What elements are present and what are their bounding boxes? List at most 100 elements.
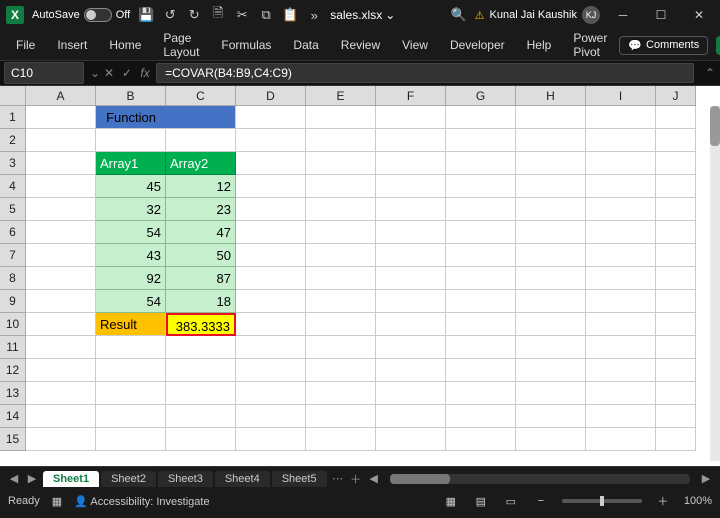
status-accessibility[interactable]: 👤 Accessibility: Investigate <box>74 495 209 508</box>
cell-B8[interactable]: 92 <box>96 267 166 290</box>
col-head-b[interactable]: B <box>96 86 166 106</box>
cell-H9[interactable] <box>516 290 586 313</box>
row-head-10[interactable]: 10 <box>0 313 26 336</box>
cell-A12[interactable] <box>26 359 96 382</box>
cell-G11[interactable] <box>446 336 516 359</box>
qat-icon[interactable]: 🗎 <box>210 7 226 23</box>
cell-D6[interactable] <box>236 221 306 244</box>
cell-E12[interactable] <box>306 359 376 382</box>
cell-B9[interactable]: 54 <box>96 290 166 313</box>
sheet-tab-sheet4[interactable]: Sheet4 <box>215 471 270 487</box>
cell-E8[interactable] <box>306 267 376 290</box>
cell-J3[interactable] <box>656 152 696 175</box>
cut-icon[interactable]: ✂ <box>234 7 250 23</box>
cell-B12[interactable] <box>96 359 166 382</box>
col-head-d[interactable]: D <box>236 86 306 106</box>
row-head-5[interactable]: 5 <box>0 198 26 221</box>
cell-H12[interactable] <box>516 359 586 382</box>
cell-J14[interactable] <box>656 405 696 428</box>
save-icon[interactable]: 💾 <box>138 7 154 23</box>
cell-D14[interactable] <box>236 405 306 428</box>
status-macro-icon[interactable]: ▦ <box>52 495 62 508</box>
cell-G10[interactable] <box>446 313 516 336</box>
cell-C9[interactable]: 18 <box>166 290 236 313</box>
cell-C1[interactable] <box>166 106 236 129</box>
cell-A13[interactable] <box>26 382 96 405</box>
cell-B7[interactable]: 43 <box>96 244 166 267</box>
cell-I8[interactable] <box>586 267 656 290</box>
cell-A15[interactable] <box>26 428 96 451</box>
cell-A10[interactable] <box>26 313 96 336</box>
cell-E9[interactable] <box>306 290 376 313</box>
cell-E10[interactable] <box>306 313 376 336</box>
cell-J15[interactable] <box>656 428 696 451</box>
cell-J8[interactable] <box>656 267 696 290</box>
cell-E14[interactable] <box>306 405 376 428</box>
cell-I15[interactable] <box>586 428 656 451</box>
cell-G15[interactable] <box>446 428 516 451</box>
cell-J1[interactable] <box>656 106 696 129</box>
tab-page-layout[interactable]: Page Layout <box>153 27 209 63</box>
cell-A14[interactable] <box>26 405 96 428</box>
cell-E2[interactable] <box>306 129 376 152</box>
cell-G14[interactable] <box>446 405 516 428</box>
cell-F3[interactable] <box>376 152 446 175</box>
undo-icon[interactable]: ↺ <box>162 7 178 23</box>
cell-B2[interactable] <box>96 129 166 152</box>
cell-H8[interactable] <box>516 267 586 290</box>
cell-D7[interactable] <box>236 244 306 267</box>
cell-H11[interactable] <box>516 336 586 359</box>
fx-icon[interactable]: fx <box>136 66 154 80</box>
cell-I11[interactable] <box>586 336 656 359</box>
result-cell[interactable]: 383.3333 <box>166 313 236 336</box>
row-head-2[interactable]: 2 <box>0 129 26 152</box>
minimize-button[interactable]: ─ <box>608 3 638 27</box>
cell-E3[interactable] <box>306 152 376 175</box>
row-head-1[interactable]: 1 <box>0 106 26 129</box>
row-head-13[interactable]: 13 <box>0 382 26 405</box>
namebox-chevron-icon[interactable]: ⌄ <box>90 66 100 80</box>
name-box[interactable] <box>4 62 84 84</box>
close-button[interactable]: ✕ <box>684 3 714 27</box>
tab-file[interactable]: File <box>6 34 45 56</box>
cell-I10[interactable] <box>586 313 656 336</box>
cell-H7[interactable] <box>516 244 586 267</box>
cell-F6[interactable] <box>376 221 446 244</box>
cell-C13[interactable] <box>166 382 236 405</box>
col-head-e[interactable]: E <box>306 86 376 106</box>
tab-view[interactable]: View <box>392 34 438 56</box>
cell-D5[interactable] <box>236 198 306 221</box>
cell-F15[interactable] <box>376 428 446 451</box>
tab-formulas[interactable]: Formulas <box>211 34 281 56</box>
cell-D13[interactable] <box>236 382 306 405</box>
cell-J11[interactable] <box>656 336 696 359</box>
cell-H2[interactable] <box>516 129 586 152</box>
row-head-14[interactable]: 14 <box>0 405 26 428</box>
col-head-h[interactable]: H <box>516 86 586 106</box>
cell-C5[interactable]: 23 <box>166 198 236 221</box>
col-head-j[interactable]: J <box>656 86 696 106</box>
cell-C4[interactable]: 12 <box>166 175 236 198</box>
cell-J5[interactable] <box>656 198 696 221</box>
cell-E15[interactable] <box>306 428 376 451</box>
sheet-overflow-icon[interactable]: ⋯ <box>330 472 346 485</box>
cell-A11[interactable] <box>26 336 96 359</box>
cell-G7[interactable] <box>446 244 516 267</box>
tab-review[interactable]: Review <box>331 34 390 56</box>
autosave-toggle[interactable] <box>84 8 112 22</box>
row-head-6[interactable]: 6 <box>0 221 26 244</box>
cell-C12[interactable] <box>166 359 236 382</box>
row-head-12[interactable]: 12 <box>0 359 26 382</box>
horizontal-scrollbar[interactable] <box>390 474 690 484</box>
sheet-tab-sheet3[interactable]: Sheet3 <box>158 471 213 487</box>
cell-F5[interactable] <box>376 198 446 221</box>
cell-B1[interactable]: Function Usage <box>96 106 166 129</box>
cell-B5[interactable]: 32 <box>96 198 166 221</box>
cell-F10[interactable] <box>376 313 446 336</box>
formula-input[interactable] <box>156 63 694 83</box>
cell-E4[interactable] <box>306 175 376 198</box>
cell-B10[interactable]: Result <box>96 313 166 336</box>
spreadsheet-grid[interactable]: ABCDEFGHIJ 123456789101112131415 Functio… <box>0 86 720 466</box>
sheet-nav-prev[interactable]: ◀ <box>6 472 22 485</box>
cell-J10[interactable] <box>656 313 696 336</box>
